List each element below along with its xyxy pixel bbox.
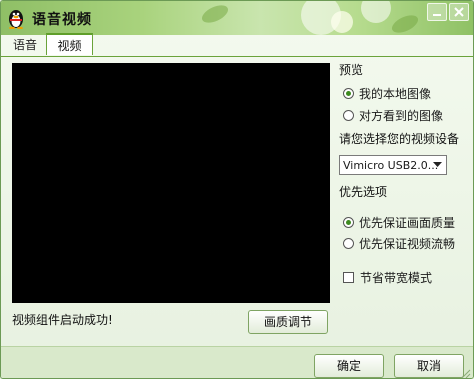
checkbox-bandwidth-saving[interactable]: 节省带宽模式 [343, 269, 432, 286]
video-device-select[interactable]: Vimicro USB2.0... [339, 155, 447, 175]
radio-label: 优先保证视频流畅 [359, 237, 456, 251]
qq-penguin-icon [9, 10, 23, 29]
radio-label: 我的本地图像 [359, 87, 432, 101]
decor-flower [361, 1, 391, 23]
priority-heading: 优先选项 [339, 185, 388, 199]
status-text: 视频组件启动成功! [12, 313, 113, 327]
radio-button[interactable] [343, 217, 354, 228]
minimize-icon [433, 14, 441, 16]
tab-video[interactable]: 视频 [46, 33, 93, 55]
radio-button[interactable] [343, 88, 354, 99]
ok-button[interactable]: 确定 [314, 354, 384, 378]
decor-leaf [199, 1, 231, 27]
bottom-bar: 确定 取消 [1, 346, 473, 379]
quality-adjust-button[interactable]: 画质调节 [248, 310, 328, 334]
radio-fluency-priority[interactable]: 优先保证视频流畅 [343, 235, 455, 252]
cancel-button[interactable]: 取消 [394, 354, 464, 378]
chevron-down-icon[interactable] [430, 158, 444, 172]
radio-button[interactable] [343, 238, 354, 249]
preview-heading: 预览 [339, 63, 364, 77]
window-title: 语音视频 [32, 12, 92, 28]
radio-label: 对方看到的图像 [359, 109, 444, 123]
tab-bar: 语音 视频 [1, 33, 473, 57]
decor-leaf [389, 11, 421, 35]
radio-remote-image[interactable]: 对方看到的图像 [343, 107, 443, 124]
device-prompt: 请您选择您的视频设备 [339, 132, 460, 146]
radio-quality-priority[interactable]: 优先保证画面质量 [343, 214, 455, 231]
tab-voice[interactable]: 语音 [4, 35, 46, 55]
voice-video-window: 语音视频 语音 视频 视频组件启动成功! 画质调节 预览 我的本地图像 对方看到… [0, 0, 474, 379]
radio-button[interactable] [343, 110, 354, 121]
select-value: Vimicro USB2.0... [343, 159, 439, 172]
radio-local-image[interactable]: 我的本地图像 [343, 85, 431, 102]
video-preview-area [12, 63, 330, 303]
close-icon [454, 7, 464, 17]
checkbox[interactable] [343, 272, 354, 283]
resize-grip-icon[interactable] [459, 367, 471, 379]
title-bar[interactable]: 语音视频 [1, 1, 473, 35]
close-button[interactable] [449, 3, 469, 21]
decor-flower [331, 11, 353, 33]
radio-label: 优先保证画面质量 [359, 216, 456, 230]
minimize-button[interactable] [427, 3, 447, 21]
checkbox-label: 节省带宽模式 [360, 271, 433, 285]
